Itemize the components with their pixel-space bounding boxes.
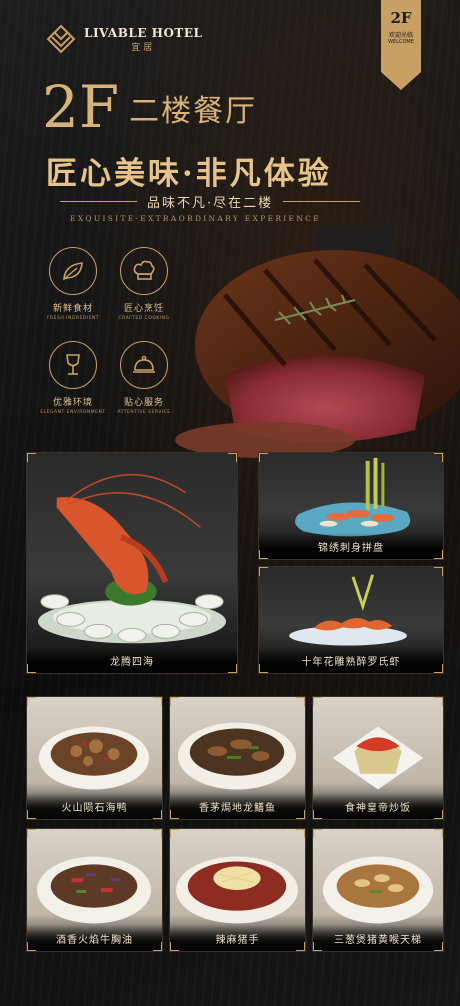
poster: LIVABLE HOTEL 宜居 2F 欢迎光临 WELCOME 2F 二楼餐厅… (0, 0, 460, 1006)
feature-label-en: ELEGANT ENVIRONMENT (40, 410, 106, 415)
feature-label: 优雅环境 (52, 398, 93, 408)
steak-image (175, 225, 460, 458)
page-title: 2F 二楼餐厅 (42, 78, 257, 136)
floor-number: 2F (42, 73, 120, 141)
dish-card-sashimi: 锦绣刺身拼盘 (258, 452, 444, 560)
hotel-logo: LIVABLE HOTEL 宜居 (46, 24, 202, 54)
dish-name: 食神皇帝炒饭 (313, 793, 443, 819)
lobster-dish-image (37, 474, 227, 644)
feature-label-en: FRESH INGREDIENT (46, 316, 100, 321)
dish-card-pork-trotter: 辣麻猪手 (169, 828, 306, 952)
badge-welcome-en: WELCOME (388, 39, 414, 45)
brand-name-en: LIVABLE HOTEL (84, 25, 203, 40)
dish-name: 锦绣刺身拼盘 (259, 533, 443, 559)
dish-name: 三葱煲猪黄喉天梯 (313, 925, 443, 951)
logo-diamond-icon (46, 24, 76, 54)
brand-name-cn: 宜居 (131, 42, 156, 53)
dish-name: 龙腾四海 (27, 647, 237, 673)
dish-card-fried-rice: 食神皇帝炒饭 (312, 696, 444, 820)
dish-card-beef-fat: 酒香火焰牛胸油 (26, 828, 163, 952)
dish-name: 酒香火焰牛胸油 (27, 925, 162, 951)
leaf-icon (63, 262, 83, 281)
dish-name: 辣麻猪手 (170, 925, 305, 951)
dish-name: 十年花雕熟醉罗氏虾 (259, 647, 443, 673)
floor-name: 二楼餐厅 (129, 94, 258, 129)
sub-slogan: 品味不凡·尽在二楼 (146, 196, 274, 211)
dish-name: 香茅焗地龙鳝鱼 (170, 793, 305, 819)
main-slogan: 匠心美味·非凡体验 (46, 156, 332, 192)
dish-card-eel: 香茅焗地龙鳝鱼 (169, 696, 306, 820)
feature-attentive-service: 贴心服务 ATTENTIVE SERVICE (109, 341, 179, 415)
feature-elegant-environment: 优雅环境 ELEGANT ENVIRONMENT (38, 341, 108, 415)
feature-label-en: CRAFTED COOKING (118, 316, 170, 321)
feature-label: 新鲜食材 (52, 304, 93, 314)
feature-label: 匠心烹饪 (123, 304, 164, 314)
dish-card-drunken-prawn: 十年花雕熟醉罗氏虾 (258, 566, 444, 674)
dish-card-volcano-duck: 火山陨石海鸭 (26, 696, 163, 820)
divider-left (60, 201, 137, 202)
dish-name: 火山陨石海鸭 (27, 793, 162, 819)
dish-card-pork-throat: 三葱煲猪黄喉天梯 (312, 828, 444, 952)
feature-label-en: ATTENTIVE SERVICE (117, 410, 171, 415)
floor-badge: 2F 欢迎光临 WELCOME (381, 0, 421, 90)
wine-glass-icon (66, 354, 80, 375)
dish-card-lobster: 龙腾四海 (26, 452, 238, 674)
feature-label: 贴心服务 (123, 398, 164, 408)
english-slogan: EXQUISITE·EXTRAORDINARY EXPERIENCE (70, 214, 321, 223)
sub-slogan-row: 品味不凡·尽在二楼 (60, 192, 361, 211)
chef-hat-icon (133, 260, 155, 280)
badge-floor: 2F (390, 9, 412, 27)
badge-welcome-cn: 欢迎光临 (388, 32, 413, 39)
feature-crafted-cooking: 匠心烹饪 CRAFTED COOKING (109, 247, 179, 321)
feature-fresh-ingredient: 新鲜食材 FRESH INGREDIENT (38, 247, 108, 321)
divider-right (283, 201, 361, 202)
service-bell-icon (133, 355, 155, 373)
